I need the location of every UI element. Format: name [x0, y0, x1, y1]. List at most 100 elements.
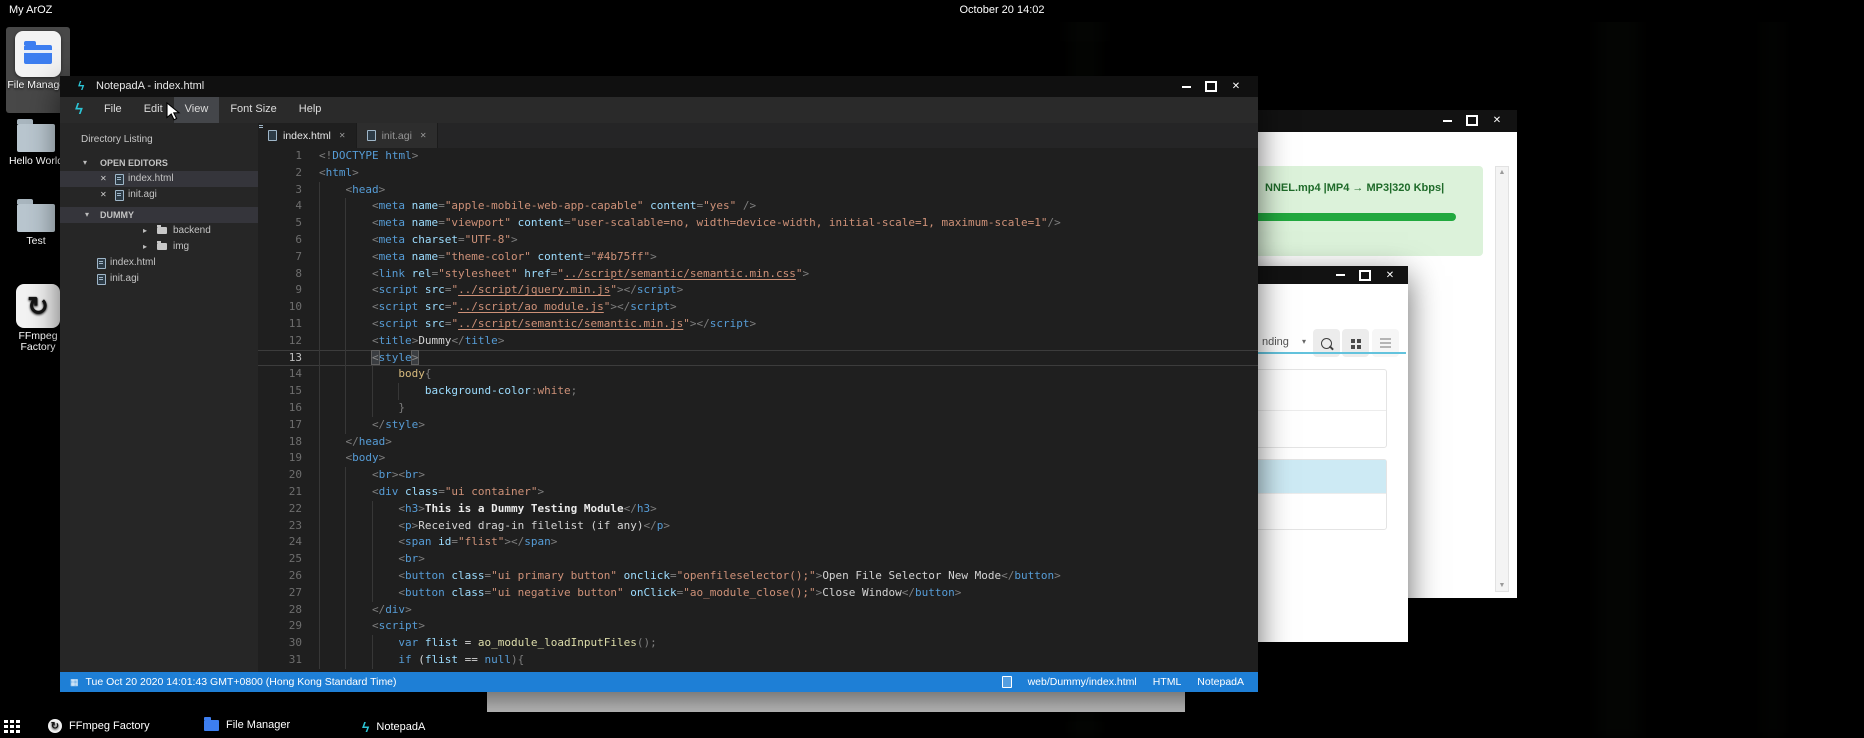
conversion-task-label: NNEL.mp4 |MP4 → MP3|320 Kbps|: [1265, 182, 1444, 194]
tree-item-folder-img[interactable]: ▸ img: [60, 239, 258, 255]
notepada-title-bar[interactable]: ϟ NotepadA - index.html ✕: [60, 76, 1258, 97]
taskbar: ↻ FFmpeg Factory File Manager ϟ NotepadA: [0, 714, 1864, 738]
code-line[interactable]: 13<style>: [258, 350, 1258, 367]
folder-icon: [17, 124, 55, 152]
code-line[interactable]: 26<button class="ui primary button" oncl…: [258, 568, 1258, 585]
menu-file[interactable]: File: [93, 97, 133, 123]
notepada-window[interactable]: ϟ NotepadA - index.html ✕ ϟ File Edit Vi…: [60, 76, 1258, 692]
code-line[interactable]: 29<script>: [258, 618, 1258, 635]
code-line[interactable]: 7<meta name="theme-color" content="#4b75…: [258, 249, 1258, 266]
code-line[interactable]: 19<body>: [258, 450, 1258, 467]
close-icon[interactable]: ✕: [420, 131, 427, 140]
status-file-path[interactable]: web/Dummy/index.html: [1028, 676, 1137, 688]
app-grid-icon[interactable]: [4, 720, 8, 723]
minimize-icon[interactable]: [1178, 80, 1194, 94]
chevron-down-icon[interactable]: ▾: [1302, 337, 1306, 346]
scroll-up-icon[interactable]: ▲: [1499, 169, 1506, 176]
code-line[interactable]: 20<br><br>: [258, 467, 1258, 484]
code-line[interactable]: 14body{: [258, 366, 1258, 383]
status-language[interactable]: HTML: [1153, 676, 1182, 688]
notepada-logo-icon: ϟ: [78, 79, 84, 93]
minimize-icon[interactable]: [1439, 114, 1455, 128]
desktop-icon-test[interactable]: Test: [4, 202, 68, 247]
tree-item-file-init-agi[interactable]: init.agi: [60, 271, 258, 287]
ffmpeg-recycle-icon: ↻: [48, 719, 62, 733]
close-icon[interactable]: ✕: [1228, 80, 1244, 94]
calendar-icon: ▦: [70, 677, 79, 688]
code-line[interactable]: 5<meta name="viewport" content="user-sca…: [258, 215, 1258, 232]
code-line[interactable]: 21<div class="ui container">: [258, 484, 1258, 501]
code-line[interactable]: 31if (flist == null){: [258, 652, 1258, 669]
folder-icon: [204, 720, 219, 731]
code-line[interactable]: 1<!DOCTYPE html>: [258, 148, 1258, 165]
taskbar-item-file-manager[interactable]: File Manager: [204, 719, 290, 731]
scroll-down-icon[interactable]: ▼: [1499, 582, 1506, 589]
menu-help[interactable]: Help: [288, 97, 333, 123]
desktop-icon-label: FFmpeg Factory: [9, 331, 67, 353]
maximize-icon[interactable]: [1357, 268, 1373, 282]
close-icon[interactable]: ✕: [100, 187, 107, 203]
code-line[interactable]: 3<head>: [258, 182, 1258, 199]
search-icon: [1321, 338, 1332, 349]
close-icon[interactable]: ✕: [1382, 268, 1398, 282]
code-line[interactable]: 16}: [258, 400, 1258, 417]
code-line[interactable]: 24<span id="flist"></span>: [258, 534, 1258, 551]
code-line[interactable]: 4<meta name="apple-mobile-web-app-capabl…: [258, 198, 1258, 215]
code-line[interactable]: 30var flist = ao_module_loadInputFiles()…: [258, 635, 1258, 652]
tree-item-file-index-html[interactable]: index.html: [60, 255, 258, 271]
file-icon: [268, 130, 277, 141]
code-editor[interactable]: 1<!DOCTYPE html>2<html>3<head>4<meta nam…: [258, 148, 1258, 672]
close-icon[interactable]: ✕: [100, 171, 107, 187]
code-line[interactable]: 6<meta charset="UTF-8">: [258, 232, 1258, 249]
code-line[interactable]: 23<p>Received drag-in filelist (if any)<…: [258, 518, 1258, 535]
desktop-icon-hello-world[interactable]: Hello World: [4, 122, 68, 167]
code-line[interactable]: 2<html>: [258, 165, 1258, 182]
code-line[interactable]: 9<script src="../script/jquery.min.js"><…: [258, 282, 1258, 299]
system-brand[interactable]: My ArOZ: [9, 4, 52, 16]
background-window-edge[interactable]: [487, 690, 1185, 712]
close-icon[interactable]: ✕: [339, 131, 346, 140]
code-line[interactable]: 12<title>Dummy</title>: [258, 333, 1258, 350]
code-line[interactable]: 25<br>: [258, 551, 1258, 568]
notepada-logo-icon: ϟ: [362, 719, 369, 735]
minimize-icon[interactable]: [1332, 268, 1348, 282]
sort-order-label[interactable]: nding: [1262, 336, 1289, 348]
code-line[interactable]: 8<link rel="stylesheet" href="../script/…: [258, 266, 1258, 283]
close-icon[interactable]: ✕: [1489, 114, 1505, 128]
code-line[interactable]: 18</head>: [258, 434, 1258, 451]
directory-sidebar: Directory Listing ▾ OPEN EDITORS ✕ index…: [60, 123, 258, 672]
ffmpeg-recycle-icon: ↻: [16, 284, 60, 328]
code-line[interactable]: 22<h3>This is a Dummy Testing Module</h3…: [258, 501, 1258, 518]
tree-section-dummy[interactable]: ▾ DUMMY: [60, 207, 258, 223]
notepada-logo-icon: ϟ: [60, 97, 93, 123]
file-icon: [115, 174, 124, 185]
status-datetime: Tue Oct 20 2020 14:01:43 GMT+0800 (Hong …: [86, 676, 397, 688]
maximize-icon[interactable]: [1203, 80, 1219, 94]
code-line[interactable]: 27<button class="ui negative button" onC…: [258, 585, 1258, 602]
code-line[interactable]: 15background-color:white;: [258, 383, 1258, 400]
taskbar-item-ffmpeg-factory[interactable]: ↻ FFmpeg Factory: [48, 719, 150, 733]
mouse-cursor: [166, 102, 184, 122]
editor-tab-bar: index.html ✕ init.agi ✕: [258, 123, 1258, 148]
code-line[interactable]: 28</div>: [258, 602, 1258, 619]
code-lines: 1<!DOCTYPE html>2<html>3<head>4<meta nam…: [258, 148, 1258, 669]
code-line[interactable]: 10<script src="../script/ao_module.js"><…: [258, 299, 1258, 316]
tree-item-folder-backend[interactable]: ▸ backend: [60, 223, 258, 239]
folder-icon: [17, 204, 55, 232]
file-icon: [367, 130, 376, 141]
system-top-bar: My ArOZ October 20 14:02: [0, 0, 1864, 22]
chevron-right-icon: ▸: [143, 223, 147, 239]
maximize-icon[interactable]: [1464, 114, 1480, 128]
code-line[interactable]: 11<script src="../script/semantic/semant…: [258, 316, 1258, 333]
scrollbar[interactable]: ▲ ▼: [1495, 166, 1509, 592]
tab-index-html[interactable]: index.html ✕: [258, 123, 357, 148]
chevron-down-icon: ▾: [85, 207, 89, 223]
tab-init-agi[interactable]: init.agi ✕: [357, 123, 438, 148]
tree-item-open-init-agi[interactable]: ✕ init.agi: [60, 187, 258, 203]
menu-font-size[interactable]: Font Size: [219, 97, 287, 123]
editor-status-bar: ▦ Tue Oct 20 2020 14:01:43 GMT+0800 (Hon…: [60, 672, 1258, 692]
tree-item-open-index-html[interactable]: ✕ index.html: [60, 171, 258, 187]
taskbar-item-notepada[interactable]: ϟ NotepadA: [362, 719, 425, 735]
code-line[interactable]: 17</style>: [258, 417, 1258, 434]
tree-section-open-editors[interactable]: ▾ OPEN EDITORS: [60, 155, 258, 171]
